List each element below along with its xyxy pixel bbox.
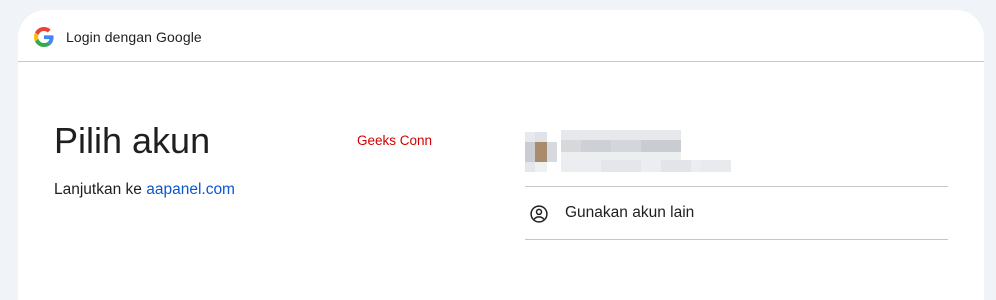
- account-chooser-card: Login dengan Google Pilih akun Lanjutkan…: [18, 10, 984, 300]
- account-details-blurred: [561, 130, 736, 176]
- account-list-item[interactable]: [525, 122, 948, 186]
- use-another-account-button[interactable]: Gunakan akun lain: [525, 187, 948, 239]
- overlay-label: Geeks Conn: [357, 133, 433, 148]
- continue-prefix: Lanjutkan ke: [54, 181, 142, 198]
- google-g-icon: [34, 27, 54, 47]
- divider: [525, 239, 948, 240]
- account-avatar-blurred: [525, 132, 557, 172]
- header-title: Login dengan Google: [66, 29, 202, 45]
- card-header: Login dengan Google: [18, 10, 984, 62]
- continue-to-line: Lanjutkan ke aapanel.com: [54, 181, 235, 199]
- use-another-account-label: Gunakan akun lain: [565, 204, 695, 221]
- page-title: Pilih akun: [54, 120, 211, 161]
- app-domain-link[interactable]: aapanel.com: [146, 181, 235, 198]
- account-circle-icon: [530, 205, 548, 223]
